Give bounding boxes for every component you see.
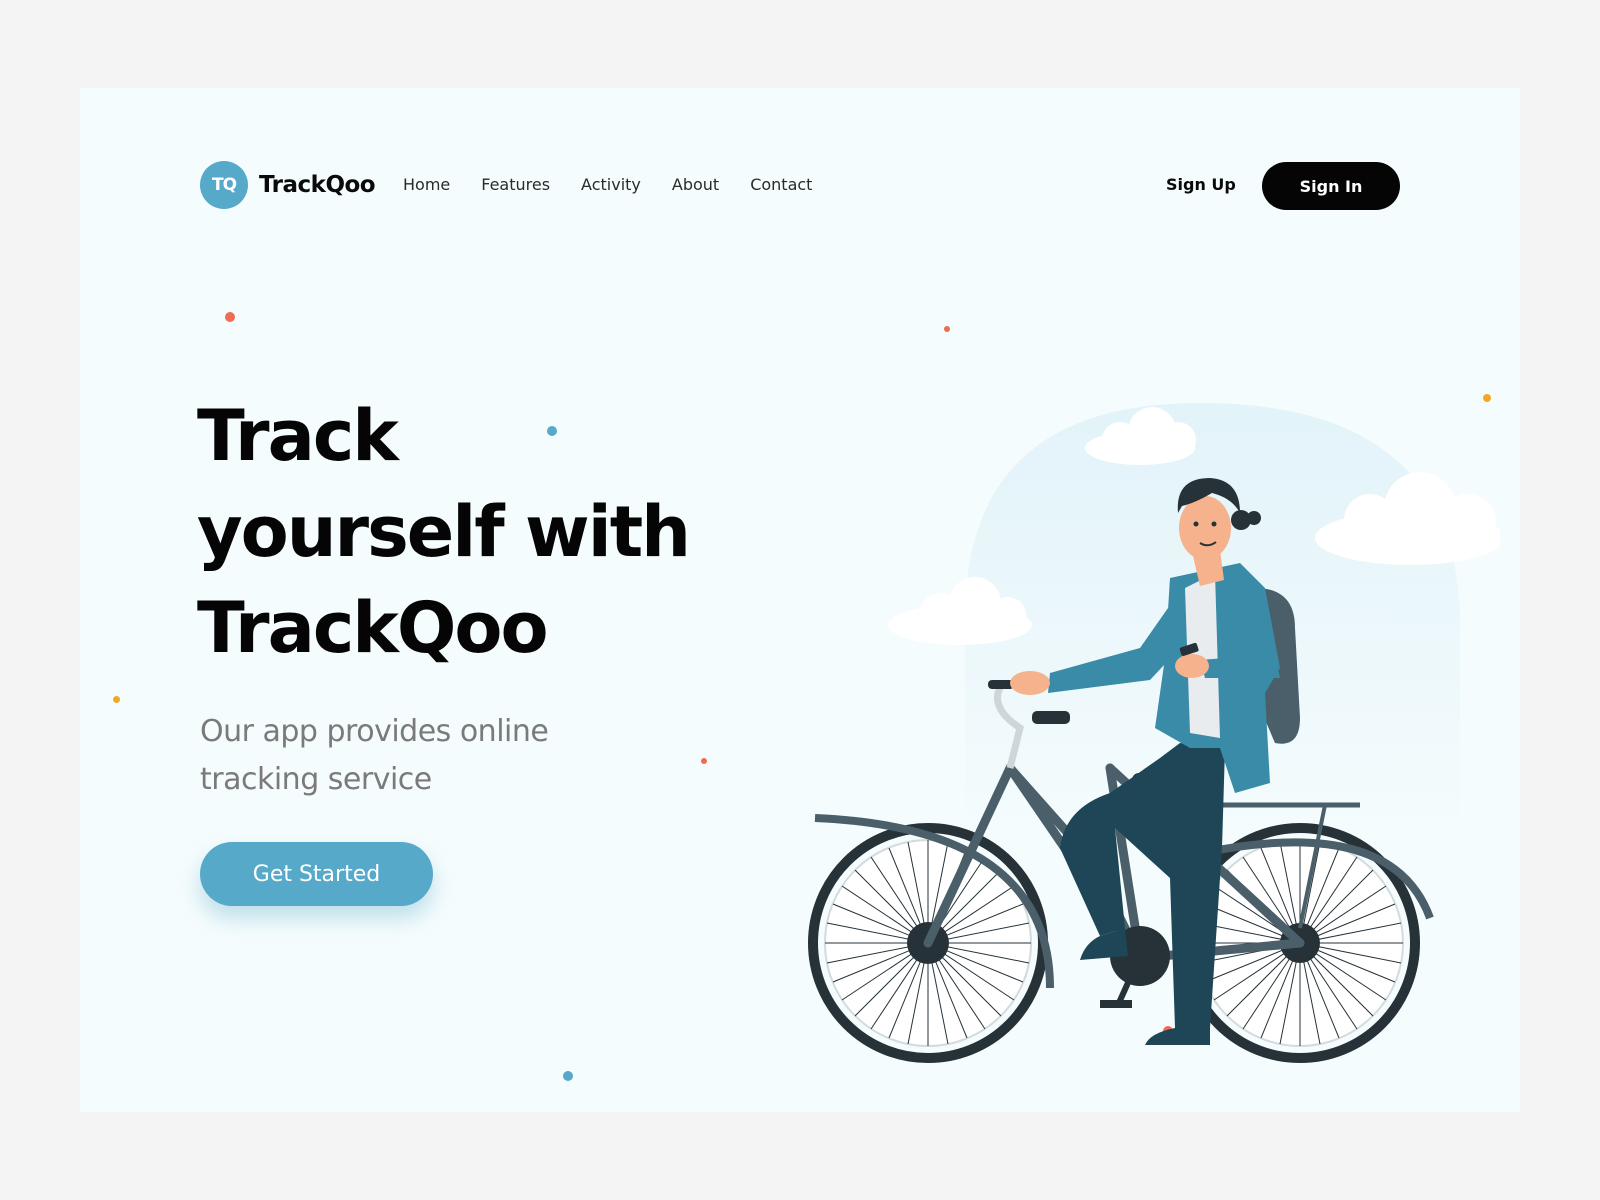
decor-dot-orange bbox=[113, 696, 120, 703]
logo-mark-icon: TQ bbox=[200, 161, 248, 209]
get-started-button[interactable]: Get Started bbox=[200, 842, 433, 906]
man-riding-bicycle-illustration bbox=[808, 403, 1500, 1063]
subtitle-line-1: Our app provides online bbox=[200, 714, 549, 749]
decor-dot-coral bbox=[701, 758, 707, 764]
nav-home[interactable]: Home bbox=[403, 175, 450, 194]
decor-dot-coral bbox=[225, 312, 235, 322]
subtitle-line-2: tracking service bbox=[200, 762, 432, 797]
headline-line-3: TrackQoo bbox=[197, 587, 549, 669]
brand-logo[interactable]: TQ TrackQoo bbox=[200, 161, 376, 209]
headline-line-1: Track bbox=[197, 395, 399, 477]
headline-line-2: yourself with bbox=[197, 491, 691, 573]
decor-dot-blue bbox=[547, 426, 557, 436]
sign-in-button[interactable]: Sign In bbox=[1262, 162, 1400, 210]
nav-contact[interactable]: Contact bbox=[750, 175, 812, 194]
nav-about[interactable]: About bbox=[672, 175, 719, 194]
nav-activity[interactable]: Activity bbox=[581, 175, 641, 194]
nav-features[interactable]: Features bbox=[481, 175, 550, 194]
decor-dot-blue bbox=[563, 1071, 573, 1081]
main-nav: Home Features Activity About Contact bbox=[403, 175, 812, 194]
landing-page: TQ TrackQoo Home Features Activity About… bbox=[80, 88, 1520, 1112]
sign-up-link[interactable]: Sign Up bbox=[1166, 175, 1236, 194]
brand-name: TrackQoo bbox=[259, 172, 376, 198]
hero-headline: Track yourself with TrackQoo bbox=[197, 388, 717, 676]
hero-subtitle: Our app provides online tracking service bbox=[200, 708, 620, 804]
